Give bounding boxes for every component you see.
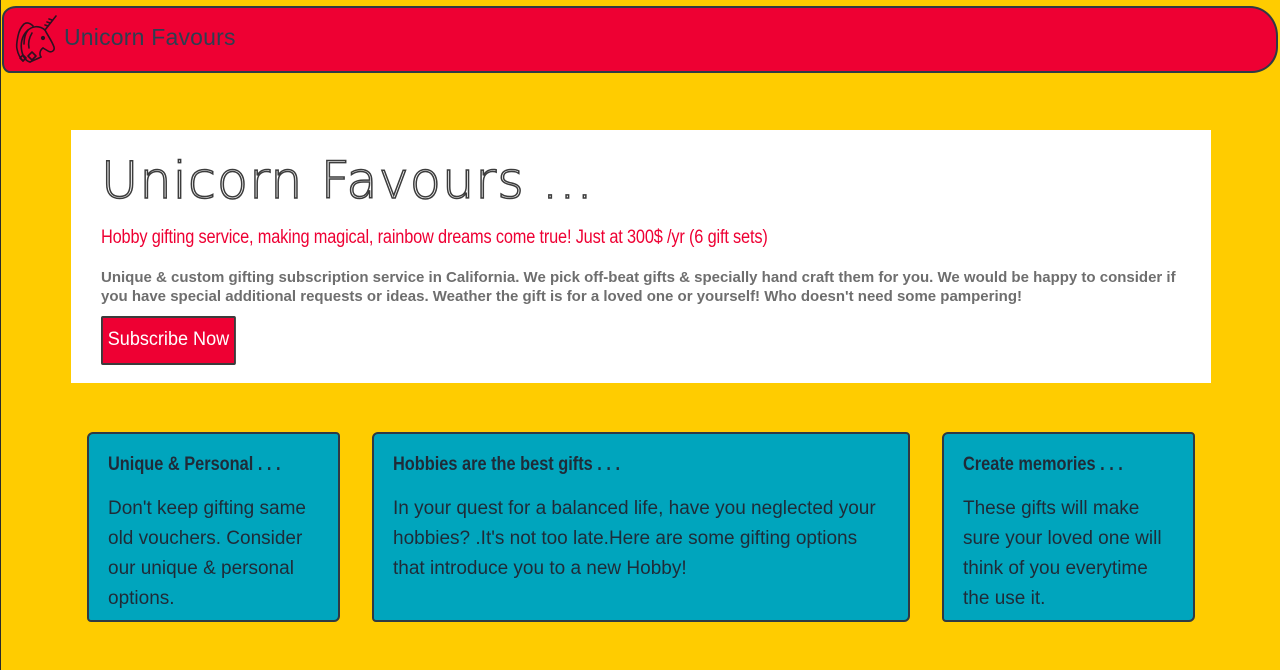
brand-link[interactable]: Unicorn Favours	[12, 14, 236, 64]
feature-card-text: Don't keep gifting same old vouchers. Co…	[108, 498, 306, 609]
feature-card-text: These gifts will make sure your loved on…	[963, 498, 1162, 609]
hero-lead: Hobby gifting service, making magical, r…	[101, 227, 768, 248]
brand-name: Unicorn Favours	[64, 23, 236, 50]
feature-card-hobbies: Hobbies are the best gifts . . . In your…	[372, 432, 910, 622]
feature-card-title: Hobbies are the best gifts . . .	[393, 454, 620, 475]
hero-description: Unique & custom gifting subscription ser…	[101, 269, 1176, 305]
feature-card-unique-personal: Unique & Personal . . . Don't keep gifti…	[87, 432, 340, 622]
hero-title: Unicorn Favours ...	[100, 151, 594, 212]
feature-card-title: Unique & Personal . . .	[108, 454, 281, 475]
hero-section: Unicorn Favours ... Hobby gifting servic…	[71, 130, 1211, 383]
unicorn-icon	[12, 14, 60, 64]
subscribe-now-button[interactable]: Subscribe Now	[101, 316, 236, 365]
feature-card-memories: Create memories . . . These gifts will m…	[942, 432, 1195, 622]
feature-card-title: Create memories . . .	[963, 454, 1123, 475]
feature-card-text: In your quest for a balanced life, have …	[393, 498, 876, 579]
navbar: Unicorn Favours	[2, 6, 1278, 73]
